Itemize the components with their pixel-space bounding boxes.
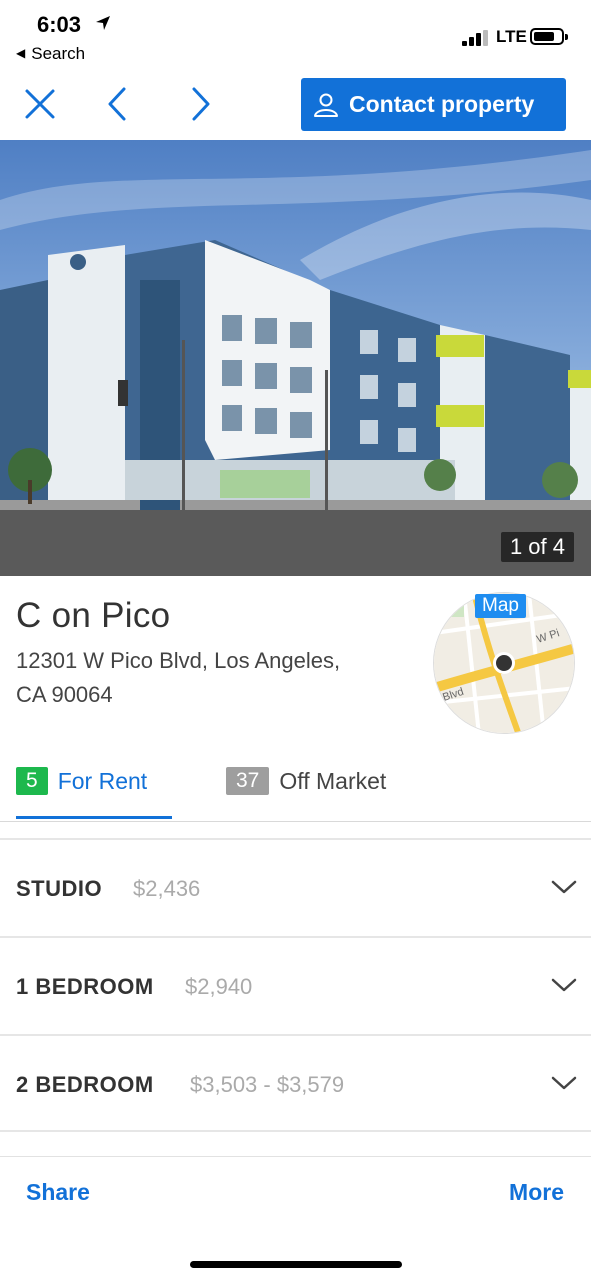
active-tab-indicator [16,816,172,819]
share-button[interactable]: Share [26,1179,90,1206]
map-label: Map [475,594,526,618]
address-line-1: 12301 W Pico Blvd, Los Angeles, [16,648,341,673]
floorplan-name: STUDIO [16,876,103,901]
for-rent-count-badge: 5 [16,767,48,795]
photo-counter: 1 of 4 [500,532,574,562]
top-nav: Contact property [0,70,591,140]
status-time: 6:03 [37,12,82,37]
tab-for-rent[interactable]: 5 For Rent [16,767,147,795]
previous-arrow-icon[interactable] [100,86,136,122]
floorplan-price: $2,436 [133,876,201,901]
status-bar: 6:03 ◀ Search LTE [0,0,591,70]
contact-property-label: Contact property [349,91,535,117]
floorplan-name: 1 BEDROOM [16,974,154,999]
back-to-search-link[interactable]: ◀ Search [16,44,85,64]
address-line-2: CA 90064 [16,682,113,707]
property-address: 12301 W Pico Blvd, Los Angeles, CA 90064 [16,644,416,712]
bottom-action-bar: Share More [0,1156,591,1280]
tab-for-rent-label: For Rent [57,767,148,794]
next-arrow-icon[interactable] [182,86,218,122]
chevron-down-icon[interactable] [551,876,577,898]
building-photo-image [0,140,591,576]
floorplan-name: 2 BEDROOM [16,1072,154,1097]
battery-icon [530,28,568,45]
back-triangle-icon: ◀ [16,46,26,60]
listing-tabs: 5 For Rent 37 Off Market [0,762,591,822]
network-type: LTE [496,27,527,46]
floorplan-price: $3,503 - $3,579 [190,1072,345,1097]
more-button[interactable]: More [509,1179,564,1206]
property-name: C on Pico [16,596,171,635]
back-search-label: Search [31,44,86,63]
property-photo[interactable]: 1 of 4 [0,140,591,576]
location-arrow-icon [96,16,110,30]
floorplan-row-2-bedroom[interactable]: 2 BEDROOM $3,503 - $3,579 [0,1034,591,1132]
person-icon [314,93,338,117]
off-market-count-badge: 37 [226,767,270,795]
floorplan-list: STUDIO $2,436 1 BEDROOM $2,940 2 BEDROOM… [0,838,591,1132]
close-icon[interactable] [22,86,58,122]
tab-off-market[interactable]: 37 Off Market [226,767,386,795]
floorplan-price: $2,940 [185,974,253,999]
home-indicator[interactable] [190,1261,402,1268]
floorplan-row-studio[interactable]: STUDIO $2,436 [0,838,591,936]
cellular-signal-icon [462,30,490,46]
chevron-down-icon[interactable] [551,1072,577,1094]
chevron-down-icon[interactable] [551,974,577,996]
floorplan-row-1-bedroom[interactable]: 1 BEDROOM $2,940 [0,936,591,1034]
tab-off-market-label: Off Market [279,767,387,794]
contact-property-button[interactable]: Contact property [301,78,566,131]
